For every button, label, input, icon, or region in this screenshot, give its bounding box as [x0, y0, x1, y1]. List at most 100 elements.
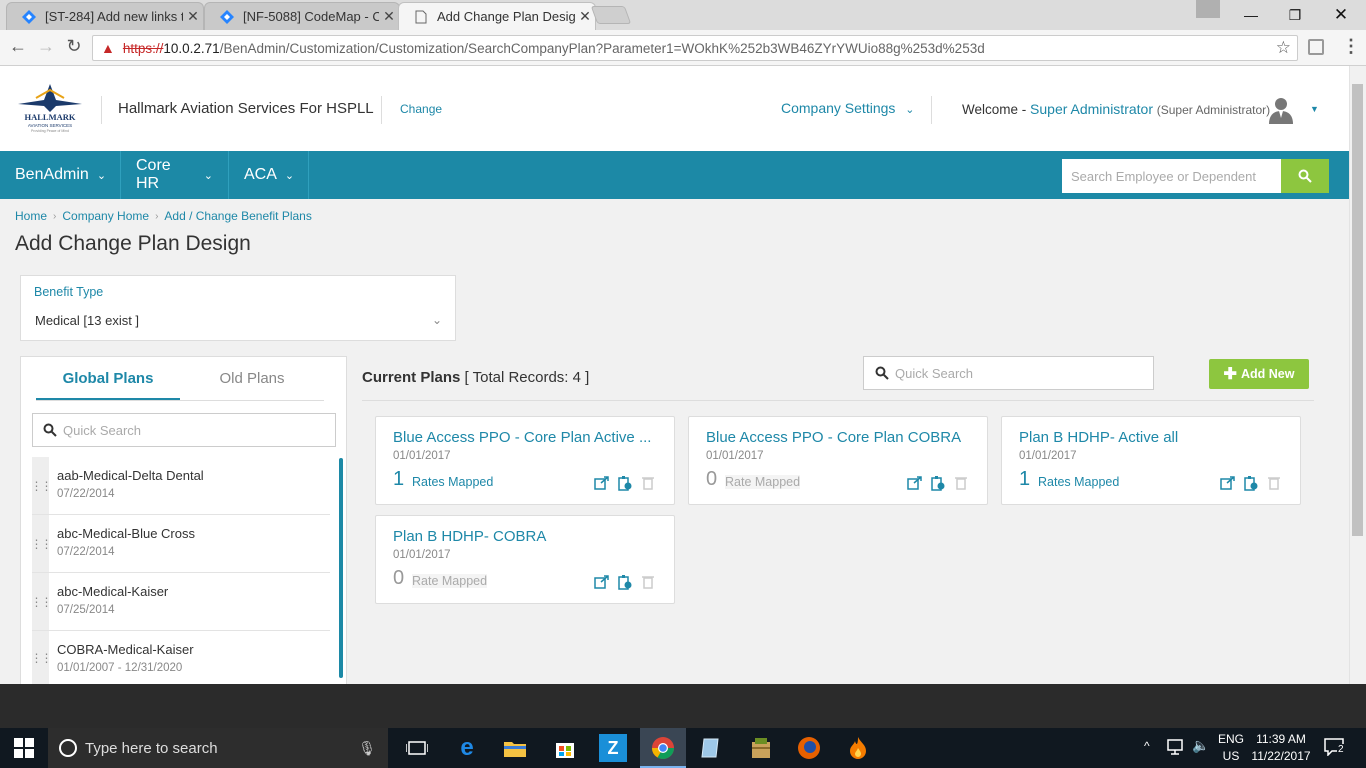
drag-handle-icon[interactable]: ⋮⋮ [31, 631, 53, 684]
extension-icon[interactable] [1308, 39, 1324, 55]
rates-mapped-link[interactable]: Rates Mapped [412, 475, 493, 489]
zoiper-icon[interactable]: Z [599, 734, 627, 762]
breadcrumb-benefit-plans[interactable]: Add / Change Benefit Plans [164, 209, 311, 223]
plans-search-input[interactable] [63, 422, 313, 438]
drag-handle-icon[interactable]: ⋮⋮ [31, 515, 53, 572]
plans-search-field[interactable] [32, 413, 336, 447]
divider [381, 96, 382, 124]
breadcrumb-company-home[interactable]: Company Home [62, 209, 149, 223]
browser-tab-1[interactable]: [ST-284] Add new links t ✕ [6, 2, 204, 30]
current-plans-search-field[interactable] [863, 356, 1154, 390]
forward-arrow-icon[interactable]: → [34, 36, 58, 57]
plan-card-title[interactable]: Blue Access PPO - Core Plan COBRA [706, 429, 972, 446]
nav-aca[interactable]: ACA ⌄ [229, 151, 309, 199]
store-icon[interactable] [550, 733, 580, 763]
file-explorer-icon[interactable] [500, 733, 530, 763]
close-window-button[interactable]: ✕ [1318, 0, 1364, 30]
plans-list-scrollbar[interactable] [339, 458, 343, 678]
chrome-menu-icon[interactable]: ⋮ [1342, 36, 1360, 57]
plan-card[interactable]: Plan B HDHP- Active all 01/01/2017 1 Rat… [1001, 416, 1301, 505]
taskbar-search-box[interactable]: Type here to search 🎙 [48, 728, 388, 768]
company-settings-dropdown[interactable]: Company Settings ⌄ [781, 100, 915, 116]
edit-icon[interactable] [907, 475, 923, 491]
edit-icon[interactable] [594, 475, 610, 491]
flame-app-icon[interactable] [843, 733, 873, 763]
restore-button[interactable]: ❐ [1272, 0, 1318, 30]
hallmark-logo[interactable]: HALLMARK AVIATION SERVICES Providing Pea… [16, 82, 84, 134]
list-item[interactable]: ⋮⋮ aab-Medical-Delta Dental 07/22/2014 [31, 457, 330, 515]
task-view-icon[interactable] [402, 733, 432, 763]
warning-icon: ▲ [101, 40, 115, 56]
network-icon[interactable] [1166, 738, 1188, 761]
page-title: Add Change Plan Design [15, 232, 251, 255]
drag-handle-icon[interactable]: ⋮⋮ [31, 457, 53, 514]
rates-mapped-link[interactable]: Rate Mapped [725, 475, 801, 489]
browser-tab-2[interactable]: [NF-5088] CodeMap - Cc ✕ [204, 2, 400, 30]
divider [362, 400, 1314, 401]
trash-icon[interactable] [640, 574, 656, 590]
back-arrow-icon[interactable]: ← [6, 36, 30, 57]
copy-icon[interactable] [617, 574, 633, 590]
microphone-icon[interactable]: 🎙 [358, 740, 376, 757]
search-icon [1298, 169, 1312, 183]
employee-search-button[interactable] [1281, 159, 1329, 193]
copy-icon[interactable] [617, 475, 633, 491]
rates-mapped-link[interactable]: Rates Mapped [1038, 475, 1119, 489]
plan-card[interactable]: Blue Access PPO - Core Plan COBRA 01/01/… [688, 416, 988, 505]
breadcrumb-home[interactable]: Home [15, 209, 47, 223]
trash-icon[interactable] [1266, 475, 1282, 491]
browser-tab-3[interactable]: Add Change Plan Design ✕ [398, 2, 596, 30]
jira-icon [219, 9, 235, 25]
chrome-icon[interactable] [648, 733, 678, 763]
bookmark-star-icon[interactable]: ☆ [1276, 38, 1291, 58]
notepad-icon[interactable] [696, 733, 726, 763]
archive-icon[interactable] [746, 733, 776, 763]
list-item[interactable]: ⋮⋮ abc-Medical-Kaiser 07/25/2014 [31, 573, 330, 631]
tab-old-plans[interactable]: Old Plans [180, 370, 324, 387]
minimize-button[interactable]: — [1228, 0, 1274, 30]
nav-core-hr[interactable]: Core HR ⌄ [121, 151, 229, 199]
employee-search-input[interactable] [1062, 159, 1281, 193]
trash-icon[interactable] [640, 475, 656, 491]
windows-start-icon[interactable] [14, 738, 34, 763]
firefox-icon[interactable] [794, 733, 824, 763]
current-plans-search-input[interactable] [895, 365, 1135, 381]
close-tab-icon[interactable]: ✕ [183, 8, 203, 25]
plan-card-title[interactable]: Plan B HDHP- COBRA [393, 528, 659, 545]
taskbar-clock[interactable]: 11:39 AM 11/22/2017 [1249, 731, 1313, 765]
new-tab-button[interactable] [590, 6, 632, 24]
list-item[interactable]: ⋮⋮ COBRA-Medical-Kaiser 01/01/2007 - 12/… [31, 631, 330, 684]
plan-card[interactable]: Blue Access PPO - Core Plan Active ... 0… [375, 416, 675, 505]
reload-icon[interactable]: ↻ [62, 36, 86, 57]
copy-icon[interactable] [930, 475, 946, 491]
change-company-link[interactable]: Change [400, 102, 442, 116]
edge-icon[interactable]: e [452, 733, 482, 763]
nav-benadmin[interactable]: BenAdmin ⌄ [0, 151, 121, 199]
action-center-icon[interactable]: 2 [1324, 738, 1348, 758]
tab-global-plans[interactable]: Global Plans [36, 370, 180, 401]
address-bar[interactable]: ▲ https:// 10.0.2.71 /BenAdmin/Customiza… [92, 35, 1298, 61]
plan-card[interactable]: Plan B HDHP- COBRA 01/01/2017 0 Rate Map… [375, 515, 675, 604]
edit-icon[interactable] [1220, 475, 1236, 491]
volume-icon[interactable]: 🔈 [1192, 737, 1209, 754]
user-menu-caret-icon[interactable]: ▼ [1310, 104, 1319, 114]
divider [931, 96, 932, 124]
profile-icon[interactable] [1196, 0, 1220, 18]
chevron-down-icon: ⌄ [96, 169, 107, 182]
drag-handle-icon[interactable]: ⋮⋮ [31, 573, 53, 630]
close-tab-icon[interactable]: ✕ [379, 8, 399, 25]
plan-card-title[interactable]: Blue Access PPO - Core Plan Active ... [393, 429, 659, 446]
language-indicator[interactable]: ENG US [1216, 731, 1246, 765]
add-new-button[interactable]: ✚ Add New [1209, 359, 1309, 389]
chevron-right-icon: › [53, 210, 57, 222]
avatar[interactable] [1266, 96, 1296, 124]
user-name-link[interactable]: Super Administrator [1030, 101, 1153, 117]
plan-card-title[interactable]: Plan B HDHP- Active all [1019, 429, 1285, 446]
copy-icon[interactable] [1243, 475, 1259, 491]
tray-chevron-up-icon[interactable]: ^ [1144, 739, 1150, 753]
page-scrollbar-thumb[interactable] [1352, 84, 1363, 536]
trash-icon[interactable] [953, 475, 969, 491]
list-item[interactable]: ⋮⋮ abc-Medical-Blue Cross 07/22/2014 [31, 515, 330, 573]
edit-icon[interactable] [594, 574, 610, 590]
rates-mapped-link[interactable]: Rate Mapped [412, 574, 488, 588]
